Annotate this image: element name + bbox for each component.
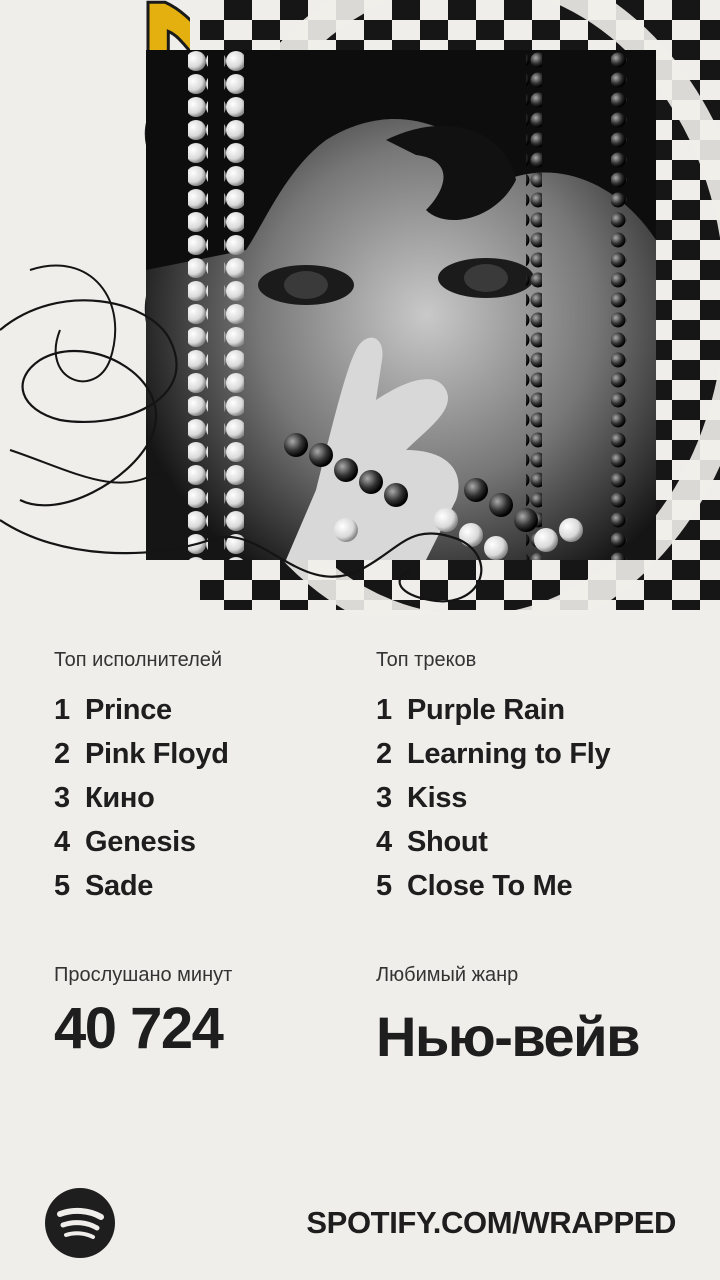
track-name: Shout (407, 826, 488, 858)
rank-number: 5 (54, 870, 70, 902)
album-cover-image (146, 50, 656, 560)
genre-label: Любимый жанр (376, 964, 519, 986)
rank-number: 2 (54, 738, 70, 770)
track-name: Kiss (407, 782, 468, 814)
top-artists-heading: Топ исполнителей (54, 649, 223, 671)
track-name: Close To Me (407, 870, 573, 902)
list-item: 3 Кино (54, 776, 354, 820)
list-item: 4 Shout (376, 820, 706, 864)
rank-number: 5 (376, 870, 392, 902)
list-item: 5 Sade (54, 864, 354, 908)
genre-value: Нью-вейв (376, 1005, 641, 1068)
artist-name: Кино (85, 782, 155, 814)
rank-number: 2 (376, 738, 392, 770)
list-item: 2 Pink Floyd (54, 732, 354, 776)
rank-number: 4 (376, 826, 392, 858)
minutes-value: 40 724 (54, 996, 224, 1061)
rank-number: 3 (54, 782, 70, 814)
spotify-logo-icon (45, 1188, 115, 1258)
hero-artwork: 2025 (0, 0, 720, 615)
artist-name: Pink Floyd (85, 738, 229, 770)
list-item: 1 Purple Rain (376, 688, 706, 732)
rank-number: 1 (54, 694, 70, 726)
top-tracks-heading: Топ треков (376, 649, 477, 671)
list-item: 2 Learning to Fly (376, 732, 706, 776)
top-artists-section: Топ исполнителей 1 Prince 2 Pink Floyd 3 Ки… (54, 646, 354, 908)
rank-number: 1 (376, 694, 392, 726)
list-item: 1 Prince (54, 688, 354, 732)
spotify-wrapped-link[interactable]: SPOTIFY.COM/WRAPPED (306, 1203, 676, 1243)
artist-name: Genesis (85, 826, 196, 858)
favorite-genre-stat: Любимый жанр Нью-вейв (376, 961, 641, 1071)
minutes-label: Прослушано минут (54, 964, 233, 986)
list-item: 3 Kiss (376, 776, 706, 820)
minutes-listened-stat: Прослушано минут 40 724 (54, 961, 232, 1063)
rank-number: 3 (376, 782, 392, 814)
rank-number: 4 (54, 826, 70, 858)
list-item: 4 Genesis (54, 820, 354, 864)
track-name: Purple Rain (407, 694, 565, 726)
artist-name: Sade (85, 870, 154, 902)
artist-name: Prince (85, 694, 172, 726)
list-item: 5 Close To Me (376, 864, 706, 908)
track-name: Learning to Fly (407, 738, 611, 770)
top-tracks-section: Топ треков 1 Purple Rain 2 Learning to Fly… (376, 646, 706, 908)
